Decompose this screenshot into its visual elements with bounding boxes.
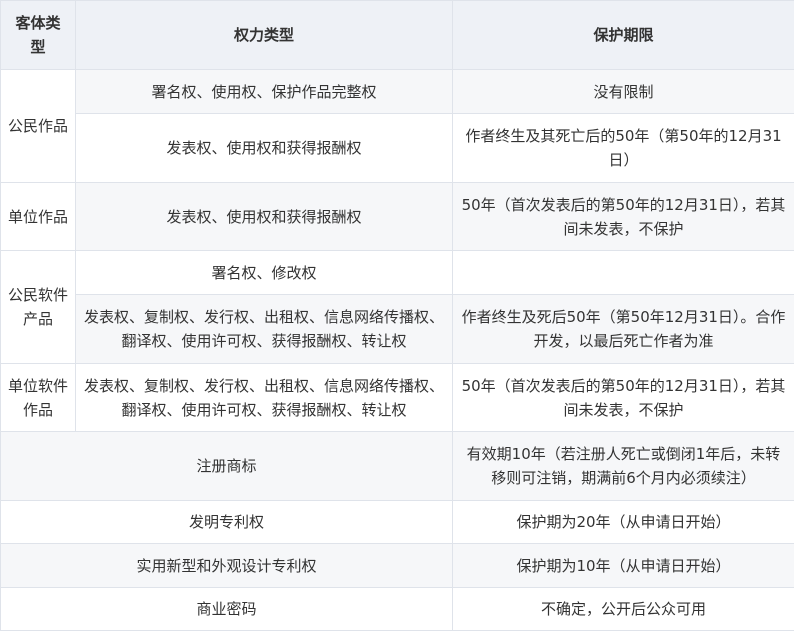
- right-cell: 商业密码: [1, 588, 453, 631]
- table-row: 实用新型和外观设计专利权 保护期为10年（从申请日开始）: [1, 544, 794, 588]
- right-cell: 署名权、使用权、保护作品完整权: [76, 70, 453, 114]
- period-cell: 作者终生及其死亡后的50年（第50年的12月31日）: [453, 114, 794, 183]
- copyright-protection-table: 客体类型 权力类型 保护期限 公民作品 署名权、使用权、保护作品完整权 没有限制…: [0, 0, 794, 631]
- header-right-type: 权力类型: [76, 1, 453, 70]
- right-cell: 署名权、修改权: [76, 251, 453, 295]
- period-cell: [453, 251, 794, 295]
- table-row: 单位作品 发表权、使用权和获得报酬权 50年（首次发表后的第50年的12月31日…: [1, 183, 794, 251]
- right-cell: 发表权、复制权、发行权、出租权、信息网络传播权、翻译权、使用许可权、获得报酬权、…: [76, 295, 453, 364]
- period-cell: 保护期为10年（从申请日开始）: [453, 544, 794, 588]
- period-cell: 不确定，公开后公众可用: [453, 588, 794, 631]
- table-row: 商业密码 不确定，公开后公众可用: [1, 588, 794, 631]
- category-cell: 单位软件作品: [1, 364, 76, 432]
- table-row: 公民作品 署名权、使用权、保护作品完整权 没有限制: [1, 70, 794, 114]
- header-object-type: 客体类型: [1, 1, 76, 70]
- category-cell: 公民作品: [1, 70, 76, 183]
- period-cell: 有效期10年（若注册人死亡或倒闭1年后，未转移则可注销，期满前6个月内必须续注）: [453, 432, 794, 501]
- period-cell: 50年（首次发表后的第50年的12月31日），若其间未发表，不保护: [453, 364, 794, 432]
- right-cell: 发表权、使用权和获得报酬权: [76, 114, 453, 183]
- right-cell: 发表权、复制权、发行权、出租权、信息网络传播权、翻译权、使用许可权、获得报酬权、…: [76, 364, 453, 432]
- right-cell: 发表权、使用权和获得报酬权: [76, 183, 453, 251]
- category-cell: 单位作品: [1, 183, 76, 251]
- period-cell: 没有限制: [453, 70, 794, 114]
- category-cell: 公民软件产品: [1, 251, 76, 364]
- table-row: 单位软件作品 发表权、复制权、发行权、出租权、信息网络传播权、翻译权、使用许可权…: [1, 364, 794, 432]
- right-cell: 发明专利权: [1, 501, 453, 544]
- table-row: 发表权、使用权和获得报酬权 作者终生及其死亡后的50年（第50年的12月31日）: [1, 114, 794, 183]
- table-row: 发明专利权 保护期为20年（从申请日开始）: [1, 501, 794, 544]
- right-cell: 实用新型和外观设计专利权: [1, 544, 453, 588]
- table-row: 发表权、复制权、发行权、出租权、信息网络传播权、翻译权、使用许可权、获得报酬权、…: [1, 295, 794, 364]
- table-header-row: 客体类型 权力类型 保护期限: [1, 1, 794, 70]
- table-row: 公民软件产品 署名权、修改权: [1, 251, 794, 295]
- period-cell: 50年（首次发表后的第50年的12月31日），若其间未发表，不保护: [453, 183, 794, 251]
- period-cell: 保护期为20年（从申请日开始）: [453, 501, 794, 544]
- period-cell: 作者终生及死后50年（第50年12月31日）。合作开发，以最后死亡作者为准: [453, 295, 794, 364]
- header-protection-period: 保护期限: [453, 1, 794, 70]
- table-row: 注册商标 有效期10年（若注册人死亡或倒闭1年后，未转移则可注销，期满前6个月内…: [1, 432, 794, 501]
- right-cell: 注册商标: [1, 432, 453, 501]
